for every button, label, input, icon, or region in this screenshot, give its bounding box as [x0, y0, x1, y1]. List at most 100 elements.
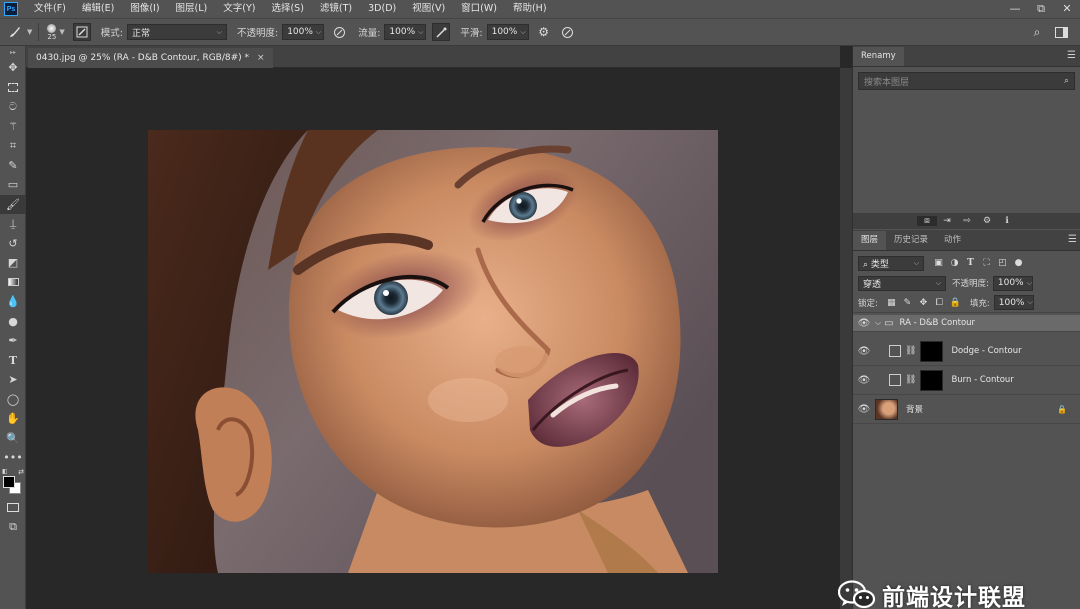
filter-shape-icon[interactable]: ⛶ — [980, 257, 993, 270]
lock-position-icon[interactable]: ✥ — [917, 296, 930, 309]
filter-smart-object-icon[interactable]: ◰ — [996, 257, 1009, 270]
filter-type-icon[interactable]: T — [964, 257, 977, 270]
pressure-size-button[interactable] — [559, 23, 577, 41]
smoothing-input[interactable]: 100% ⌵ — [486, 24, 529, 40]
layer-row-group[interactable]: 👁 ⌵ ▭ RA - D&B Contour — [853, 315, 1080, 332]
menu-filter[interactable]: 滤镜(T) — [312, 0, 360, 18]
mode-select[interactable]: 正常 ⌵ — [126, 24, 227, 40]
photoshop-logo[interactable]: Ps — [4, 2, 18, 16]
layer-row-dodge[interactable]: 👁 ⛓ Dodge - Contour — [853, 337, 1080, 366]
layer-thumbnail[interactable] — [875, 398, 898, 420]
layer-opacity-input[interactable]: 100% ⌵ — [992, 275, 1033, 291]
filter-adjustment-icon[interactable]: ◑ — [948, 257, 961, 270]
restore-button[interactable]: ⧉ — [1028, 0, 1054, 18]
filter-toggle-icon[interactable]: ● — [1012, 257, 1025, 270]
close-window-button[interactable]: ✕ — [1054, 0, 1080, 18]
gear-icon[interactable]: ⚙ — [977, 216, 997, 226]
close-icon[interactable]: × — [257, 53, 265, 63]
flow-input[interactable]: 100% ⌵ — [384, 24, 427, 40]
eye-icon[interactable]: 👁 — [853, 375, 875, 386]
default-colors-icon[interactable]: ◧ — [2, 468, 8, 475]
toolbar-collapse-handle[interactable]: ▸▸ — [0, 46, 26, 58]
link-icon[interactable]: ⛓ — [905, 346, 916, 356]
menu-view[interactable]: 视图(V) — [404, 0, 453, 18]
healing-brush-tool[interactable]: ▭ — [0, 175, 26, 195]
lock-icon[interactable]: 🔒 — [1057, 405, 1067, 414]
link-icon[interactable]: ⛓ — [905, 375, 916, 385]
swap-colors-icon[interactable]: ⇄ — [18, 468, 24, 476]
layer-row-burn[interactable]: 👁 ⛓ Burn - Contour — [853, 366, 1080, 395]
tab-layers[interactable]: 图层 — [853, 231, 887, 250]
type-tool[interactable]: T — [0, 351, 26, 371]
fill-input[interactable]: 100% ⌵ — [993, 295, 1034, 310]
shape-tool[interactable]: ◯ — [0, 390, 26, 410]
eye-icon[interactable]: 👁 — [853, 404, 875, 415]
tab-actions[interactable]: 动作 — [936, 231, 969, 250]
menu-type[interactable]: 文字(Y) — [215, 0, 263, 18]
panel-strip-arrow-icon[interactable]: ⇥ — [937, 216, 957, 226]
eye-icon[interactable]: 👁 — [853, 346, 875, 357]
chevron-down-icon[interactable]: ⌵ — [875, 318, 881, 328]
eraser-tool[interactable]: ◩ — [0, 253, 26, 273]
path-selection-tool[interactable]: ➤ — [0, 370, 26, 390]
color-swatches[interactable]: ◧ ⇄ — [0, 468, 26, 498]
menu-file[interactable]: 文件(F) — [26, 0, 74, 18]
move-tool[interactable]: ✥ — [0, 58, 26, 78]
lock-all-icon[interactable]: 🔒 — [949, 296, 962, 309]
tab-history[interactable]: 历史记录 — [886, 231, 936, 250]
layer-mask-thumbnail[interactable] — [920, 369, 944, 391]
opacity-input[interactable]: 100% ⌵ — [282, 24, 325, 40]
brush-tool[interactable]: 🖌 — [0, 194, 26, 214]
document-tab[interactable]: 0430.jpg @ 25% (RA - D&B Contour, RGB/8#… — [28, 48, 273, 68]
quick-mask-button[interactable] — [0, 498, 26, 518]
blend-mode-select[interactable]: 穿透 ⌵ — [858, 275, 946, 291]
panel-menu-icon[interactable]: ☰ — [1067, 50, 1076, 61]
menu-image[interactable]: 图像(I) — [122, 0, 167, 18]
history-brush-tool[interactable]: ↺ — [0, 234, 26, 254]
gradient-tool[interactable] — [0, 273, 26, 293]
layer-filter-select[interactable]: ⌕ 类型 ⌵ — [858, 255, 924, 271]
hand-tool[interactable]: ✋ — [0, 409, 26, 429]
filter-pixel-icon[interactable]: ▣ — [932, 257, 945, 270]
menu-3d[interactable]: 3D(D) — [360, 0, 404, 18]
brush-panel-toggle-button[interactable] — [72, 23, 91, 41]
airbrush-button[interactable] — [432, 23, 451, 41]
panel-strip-forward-icon[interactable]: ⇨ — [957, 216, 977, 226]
menu-layer[interactable]: 图层(L) — [168, 0, 216, 18]
menu-edit[interactable]: 编辑(E) — [74, 0, 122, 18]
menu-select[interactable]: 选择(S) — [263, 0, 311, 18]
canvas-area[interactable] — [26, 68, 840, 609]
eye-icon[interactable]: 👁 — [853, 318, 875, 329]
pen-tool[interactable]: ✒ — [0, 331, 26, 351]
search-button[interactable]: ⌕ — [1028, 23, 1046, 41]
marquee-tool[interactable] — [0, 78, 26, 98]
blur-tool[interactable]: 💧 — [0, 292, 26, 312]
lasso-tool[interactable]: ට — [0, 97, 26, 117]
panel-strip-layers-icon[interactable]: ⧈ — [917, 216, 937, 226]
foreground-color-swatch[interactable] — [3, 475, 15, 488]
brush-size-picker[interactable]: 25 — [47, 23, 57, 41]
tab-renamy[interactable]: Renamy — [853, 47, 904, 66]
clone-stamp-tool[interactable]: ⍊ — [0, 214, 26, 234]
smoothing-settings-button[interactable]: ⚙ — [535, 23, 553, 41]
magic-wand-tool[interactable]: ⚚ — [0, 117, 26, 137]
screen-mode-button[interactable]: ⧉ — [0, 517, 26, 537]
brush-tool-preset[interactable]: ▼ — [6, 23, 32, 41]
layer-search-input[interactable]: 搜索本图层 ⌕ — [858, 72, 1075, 90]
pressure-opacity-button[interactable] — [330, 23, 348, 41]
panel-menu-icon[interactable]: ☰ — [1068, 234, 1077, 245]
minimize-button[interactable]: — — [1002, 0, 1028, 18]
crop-tool[interactable]: ⌗ — [0, 136, 26, 156]
layer-row-background[interactable]: 👁 背景 🔒 — [853, 395, 1080, 424]
lock-artboard-icon[interactable]: ⧠ — [933, 296, 946, 309]
menu-help[interactable]: 帮助(H) — [505, 0, 555, 18]
portrait-photo[interactable] — [148, 130, 718, 573]
chevron-down-icon[interactable]: ▼ — [59, 28, 64, 36]
lock-transparent-icon[interactable]: ▦ — [885, 296, 898, 309]
dodge-tool[interactable]: ● — [0, 312, 26, 332]
info-icon[interactable]: ℹ — [997, 216, 1017, 226]
eyedropper-tool[interactable]: ✎ — [0, 156, 26, 176]
more-tools-button[interactable]: ••• — [0, 448, 26, 468]
layer-mask-thumbnail[interactable] — [920, 340, 944, 362]
menu-window[interactable]: 窗口(W) — [453, 0, 505, 18]
